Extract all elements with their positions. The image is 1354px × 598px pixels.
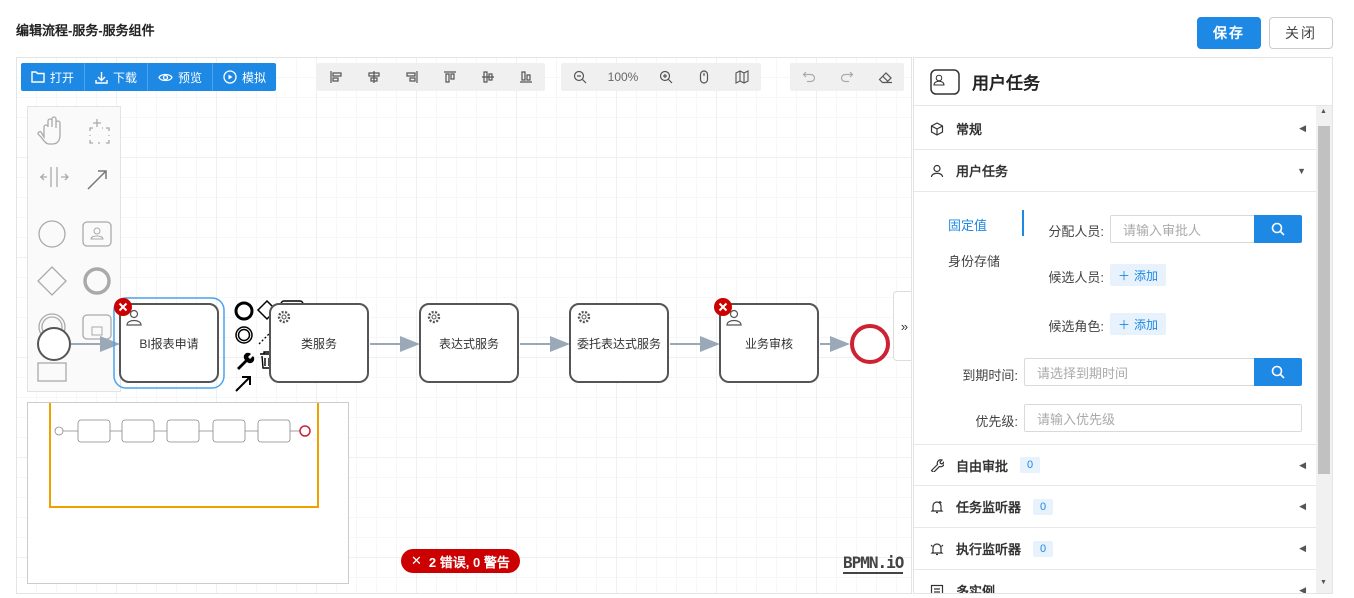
gear-icon <box>577 310 591 324</box>
connect-icon[interactable] <box>235 376 251 392</box>
append-end-event-icon[interactable] <box>234 301 254 321</box>
group-label: 任务监听器 <box>956 500 1022 515</box>
double-chevron-right-icon: » <box>900 318 909 334</box>
properties-panel: 用户任务 常规 ◀ 用户任务 ▼ 固定值 身份存储 分配人员: 请输入审批人 候… <box>913 57 1333 594</box>
append-intermediate-event-icon[interactable] <box>235 326 253 344</box>
minimap-viewport[interactable] <box>49 403 319 508</box>
group-label: 执行监听器 <box>956 542 1022 557</box>
collapse-left-icon: ◀ <box>1299 123 1306 133</box>
task-bi-report[interactable]: BI报表申请 <box>119 303 219 383</box>
add-label: 添加 <box>1134 268 1159 283</box>
group-label: 多实例 <box>956 584 996 594</box>
due-date-input[interactable]: 请选择到期时间 <box>1024 358 1255 386</box>
plus-icon: ＋ <box>1118 317 1131 332</box>
task-label: BI报表申请 <box>139 336 199 351</box>
collapse-left-icon: ◀ <box>1299 585 1306 594</box>
group-task-listener[interactable]: 任务监听器 0 ◀ <box>914 486 1316 528</box>
count-badge: 0 <box>1020 457 1041 473</box>
task-expression-service[interactable]: 表达式服务 <box>419 303 519 383</box>
wrench-icon <box>930 459 944 472</box>
error-marker-icon[interactable] <box>113 297 133 317</box>
task-delegate-expression-service[interactable]: 委托表达式服务 <box>569 303 669 383</box>
tab-fixed-value[interactable]: 固定值 <box>948 215 987 234</box>
bpmn-io-logo[interactable]: BPMN.iO <box>843 554 904 574</box>
error-x-icon: ✕ <box>411 553 422 568</box>
collapse-left-icon: ◀ <box>1299 459 1306 470</box>
group-multi-instance[interactable]: 多实例 ◀ <box>914 570 1316 594</box>
group-user-task[interactable]: 用户任务 ▼ <box>914 150 1316 192</box>
lint-status-text: 2 错误, 0 警告 <box>428 554 510 570</box>
wrench-icon[interactable] <box>237 352 255 370</box>
expand-down-icon: ▼ <box>1297 165 1306 176</box>
panel-title: 用户任务 <box>972 74 1040 93</box>
assignee-search-button[interactable] <box>1254 215 1302 243</box>
group-label: 自由审批 <box>956 458 1009 474</box>
task-business-review[interactable]: 业务审核 <box>719 303 819 383</box>
candidate-users-label: 候选人员: <box>1048 270 1104 285</box>
task-label: 业务审核 <box>744 336 793 351</box>
panel-toggle-button[interactable]: » <box>893 291 911 361</box>
add-candidate-user-button[interactable]: ＋添加 <box>1110 264 1167 286</box>
plus-icon: ＋ <box>1118 268 1131 283</box>
candidate-groups-label: 候选角色: <box>1048 319 1104 334</box>
assignee-label: 分配人员: <box>1048 224 1104 239</box>
priority-label: 优先级: <box>975 414 1018 429</box>
cube-icon <box>930 121 944 136</box>
lint-status-badge[interactable]: ✕ 2 错误, 0 警告 <box>401 549 520 573</box>
task-label: 表达式服务 <box>438 336 499 351</box>
group-label: 用户任务 <box>956 164 1009 179</box>
end-event[interactable] <box>850 324 890 364</box>
page-title: 编辑流程-服务-服务组件 <box>16 23 155 38</box>
add-candidate-group-button[interactable]: ＋添加 <box>1110 313 1167 335</box>
list-icon <box>930 584 944 593</box>
minimap[interactable] <box>27 402 349 584</box>
due-date-label: 到期时间: <box>962 368 1018 383</box>
task-label: 委托表达式服务 <box>576 336 661 351</box>
task-class-service[interactable]: 类服务 <box>269 303 369 383</box>
error-marker-icon[interactable] <box>713 297 733 317</box>
scrollbar-thumb[interactable] <box>1318 126 1330 474</box>
bell-ring-icon <box>930 542 944 555</box>
collapse-left-icon: ◀ <box>1299 543 1306 553</box>
bpmn-canvas[interactable]: 打开 下载 预览 模拟 100% BI报表申请 类服务 表达式服务 委托表达式服… <box>16 57 912 594</box>
collapse-left-icon: ◀ <box>1299 501 1306 511</box>
priority-input[interactable]: 请输入优先级 <box>1024 404 1302 432</box>
tab-identity-store[interactable]: 身份存储 <box>948 251 1000 270</box>
panel-header: 用户任务 <box>914 58 1332 106</box>
count-badge: 0 <box>1033 498 1054 515</box>
user-task-icon <box>930 68 960 95</box>
search-icon <box>1271 222 1285 236</box>
gear-icon <box>427 310 441 324</box>
count-badge: 0 <box>1033 540 1054 557</box>
task-label: 类服务 <box>300 336 337 351</box>
due-date-search-button[interactable] <box>1254 358 1302 386</box>
close-button[interactable]: 关闭 <box>1269 17 1333 49</box>
group-label: 常规 <box>956 122 983 137</box>
search-icon <box>1271 365 1285 379</box>
user-icon <box>930 164 944 177</box>
group-execution-listener[interactable]: 执行监听器 0 ◀ <box>914 528 1316 570</box>
gear-icon <box>277 310 291 324</box>
scroll-up-icon[interactable]: ▲ <box>1320 108 1327 115</box>
scroll-down-icon[interactable]: ▼ <box>1320 579 1327 586</box>
group-free-approval[interactable]: 自由审批 0 ◀ <box>914 444 1316 486</box>
group-general[interactable]: 常规 ◀ <box>914 108 1316 150</box>
save-button[interactable]: 保存 <box>1197 17 1261 49</box>
start-event[interactable] <box>37 327 71 361</box>
add-label: 添加 <box>1134 317 1159 332</box>
assignee-input[interactable]: 请输入审批人 <box>1110 215 1255 243</box>
bell-plus-icon <box>930 500 944 513</box>
